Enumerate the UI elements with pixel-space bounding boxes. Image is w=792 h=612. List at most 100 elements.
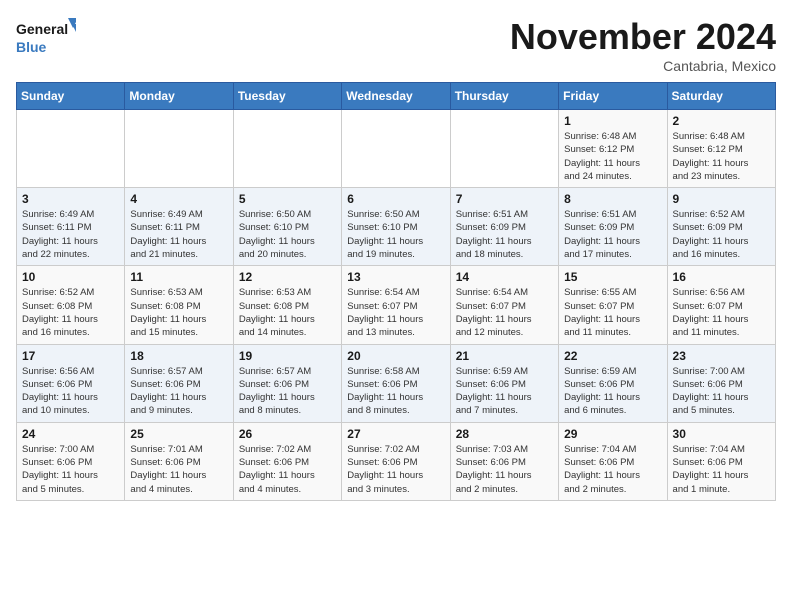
calendar-cell: 20 Sunrise: 6:58 AM Sunset: 6:06 PM Dayli… (342, 344, 450, 422)
day-number: 11 (130, 270, 227, 284)
calendar-cell: 15 Sunrise: 6:55 AM Sunset: 6:07 PM Dayli… (559, 266, 667, 344)
calendar-cell: 17 Sunrise: 6:56 AM Sunset: 6:06 PM Dayli… (17, 344, 125, 422)
day-number: 4 (130, 192, 227, 206)
calendar-cell: 3Sunrise: 6:49 AM Sunset: 6:11 PM Daylig… (17, 188, 125, 266)
calendar-cell: 6Sunrise: 6:50 AM Sunset: 6:10 PM Daylig… (342, 188, 450, 266)
calendar-cell: 5Sunrise: 6:50 AM Sunset: 6:10 PM Daylig… (233, 188, 341, 266)
day-number: 27 (347, 427, 444, 441)
calendar-cell: 7 Sunrise: 6:51 AM Sunset: 6:09 PM Daylig… (450, 188, 558, 266)
day-number: 28 (456, 427, 553, 441)
calendar-table: SundayMondayTuesdayWednesdayThursdayFrid… (16, 82, 776, 501)
calendar-cell (17, 110, 125, 188)
day-info: Sunrise: 7:02 AM Sunset: 6:06 PM Dayligh… (239, 443, 336, 496)
day-info: Sunrise: 7:00 AM Sunset: 6:06 PM Dayligh… (22, 443, 119, 496)
day-number: 21 (456, 349, 553, 363)
calendar-cell: 4 Sunrise: 6:49 AM Sunset: 6:11 PM Daylig… (125, 188, 233, 266)
day-info: Sunrise: 6:49 AM Sunset: 6:11 PM Dayligh… (22, 208, 119, 261)
calendar-cell: 11 Sunrise: 6:53 AM Sunset: 6:08 PM Dayli… (125, 266, 233, 344)
day-number: 23 (673, 349, 770, 363)
day-number: 22 (564, 349, 661, 363)
day-info: Sunrise: 6:51 AM Sunset: 6:09 PM Dayligh… (564, 208, 661, 261)
day-info: Sunrise: 6:52 AM Sunset: 6:09 PM Dayligh… (673, 208, 770, 261)
header-monday: Monday (125, 83, 233, 110)
day-number: 13 (347, 270, 444, 284)
week-row-1: 1 Sunrise: 6:48 AM Sunset: 6:12 PM Daylig… (17, 110, 776, 188)
calendar-header-row: SundayMondayTuesdayWednesdayThursdayFrid… (17, 83, 776, 110)
day-number: 20 (347, 349, 444, 363)
calendar-cell: 8Sunrise: 6:51 AM Sunset: 6:09 PM Daylig… (559, 188, 667, 266)
day-info: Sunrise: 6:52 AM Sunset: 6:08 PM Dayligh… (22, 286, 119, 339)
day-info: Sunrise: 7:04 AM Sunset: 6:06 PM Dayligh… (564, 443, 661, 496)
day-info: Sunrise: 6:57 AM Sunset: 6:06 PM Dayligh… (130, 365, 227, 418)
day-number: 29 (564, 427, 661, 441)
calendar-cell: 29 Sunrise: 7:04 AM Sunset: 6:06 PM Dayli… (559, 422, 667, 500)
calendar-cell: 27Sunrise: 7:02 AM Sunset: 6:06 PM Dayli… (342, 422, 450, 500)
day-info: Sunrise: 7:00 AM Sunset: 6:06 PM Dayligh… (673, 365, 770, 418)
header-tuesday: Tuesday (233, 83, 341, 110)
day-info: Sunrise: 6:58 AM Sunset: 6:06 PM Dayligh… (347, 365, 444, 418)
week-row-5: 24 Sunrise: 7:00 AM Sunset: 6:06 PM Dayli… (17, 422, 776, 500)
calendar-cell (342, 110, 450, 188)
day-info: Sunrise: 6:53 AM Sunset: 6:08 PM Dayligh… (239, 286, 336, 339)
day-info: Sunrise: 6:57 AM Sunset: 6:06 PM Dayligh… (239, 365, 336, 418)
day-info: Sunrise: 6:49 AM Sunset: 6:11 PM Dayligh… (130, 208, 227, 261)
day-number: 1 (564, 114, 661, 128)
calendar-cell: 18Sunrise: 6:57 AM Sunset: 6:06 PM Dayli… (125, 344, 233, 422)
calendar-cell: 1 Sunrise: 6:48 AM Sunset: 6:12 PM Daylig… (559, 110, 667, 188)
week-row-2: 3Sunrise: 6:49 AM Sunset: 6:11 PM Daylig… (17, 188, 776, 266)
day-number: 26 (239, 427, 336, 441)
day-number: 14 (456, 270, 553, 284)
calendar-cell (450, 110, 558, 188)
day-number: 10 (22, 270, 119, 284)
day-number: 30 (673, 427, 770, 441)
day-number: 16 (673, 270, 770, 284)
calendar-cell: 10 Sunrise: 6:52 AM Sunset: 6:08 PM Dayli… (17, 266, 125, 344)
header-saturday: Saturday (667, 83, 775, 110)
day-info: Sunrise: 6:50 AM Sunset: 6:10 PM Dayligh… (239, 208, 336, 261)
day-info: Sunrise: 6:59 AM Sunset: 6:06 PM Dayligh… (564, 365, 661, 418)
calendar-cell: 28 Sunrise: 7:03 AM Sunset: 6:06 PM Dayli… (450, 422, 558, 500)
day-number: 2 (673, 114, 770, 128)
calendar-cell: 24 Sunrise: 7:00 AM Sunset: 6:06 PM Dayli… (17, 422, 125, 500)
day-info: Sunrise: 6:56 AM Sunset: 6:07 PM Dayligh… (673, 286, 770, 339)
header-sunday: Sunday (17, 83, 125, 110)
day-info: Sunrise: 6:55 AM Sunset: 6:07 PM Dayligh… (564, 286, 661, 339)
calendar-cell: 26 Sunrise: 7:02 AM Sunset: 6:06 PM Dayli… (233, 422, 341, 500)
logo: General Blue (16, 16, 76, 60)
day-number: 6 (347, 192, 444, 206)
svg-text:General: General (16, 21, 68, 37)
day-info: Sunrise: 6:54 AM Sunset: 6:07 PM Dayligh… (456, 286, 553, 339)
day-number: 17 (22, 349, 119, 363)
day-info: Sunrise: 6:54 AM Sunset: 6:07 PM Dayligh… (347, 286, 444, 339)
calendar-cell: 13 Sunrise: 6:54 AM Sunset: 6:07 PM Dayli… (342, 266, 450, 344)
header-wednesday: Wednesday (342, 83, 450, 110)
day-number: 12 (239, 270, 336, 284)
day-info: Sunrise: 6:48 AM Sunset: 6:12 PM Dayligh… (564, 130, 661, 183)
day-number: 25 (130, 427, 227, 441)
calendar-cell: 12 Sunrise: 6:53 AM Sunset: 6:08 PM Dayli… (233, 266, 341, 344)
calendar-cell: 23 Sunrise: 7:00 AM Sunset: 6:06 PM Dayli… (667, 344, 775, 422)
calendar-cell: 19Sunrise: 6:57 AM Sunset: 6:06 PM Dayli… (233, 344, 341, 422)
calendar-cell: 2 Sunrise: 6:48 AM Sunset: 6:12 PM Daylig… (667, 110, 775, 188)
day-number: 7 (456, 192, 553, 206)
day-info: Sunrise: 7:01 AM Sunset: 6:06 PM Dayligh… (130, 443, 227, 496)
calendar-cell: 14 Sunrise: 6:54 AM Sunset: 6:07 PM Dayli… (450, 266, 558, 344)
day-number: 24 (22, 427, 119, 441)
header-thursday: Thursday (450, 83, 558, 110)
day-info: Sunrise: 6:56 AM Sunset: 6:06 PM Dayligh… (22, 365, 119, 418)
week-row-3: 10 Sunrise: 6:52 AM Sunset: 6:08 PM Dayli… (17, 266, 776, 344)
calendar-cell: 22 Sunrise: 6:59 AM Sunset: 6:06 PM Dayli… (559, 344, 667, 422)
day-info: Sunrise: 6:59 AM Sunset: 6:06 PM Dayligh… (456, 365, 553, 418)
title-block: November 2024 Cantabria, Mexico (510, 16, 776, 74)
calendar-cell: 21 Sunrise: 6:59 AM Sunset: 6:06 PM Dayli… (450, 344, 558, 422)
day-number: 15 (564, 270, 661, 284)
calendar-cell: 30Sunrise: 7:04 AM Sunset: 6:06 PM Dayli… (667, 422, 775, 500)
day-info: Sunrise: 6:48 AM Sunset: 6:12 PM Dayligh… (673, 130, 770, 183)
week-row-4: 17 Sunrise: 6:56 AM Sunset: 6:06 PM Dayli… (17, 344, 776, 422)
day-info: Sunrise: 6:53 AM Sunset: 6:08 PM Dayligh… (130, 286, 227, 339)
day-info: Sunrise: 6:51 AM Sunset: 6:09 PM Dayligh… (456, 208, 553, 261)
calendar-cell (233, 110, 341, 188)
day-info: Sunrise: 7:03 AM Sunset: 6:06 PM Dayligh… (456, 443, 553, 496)
logo-svg: General Blue (16, 16, 76, 60)
header-friday: Friday (559, 83, 667, 110)
